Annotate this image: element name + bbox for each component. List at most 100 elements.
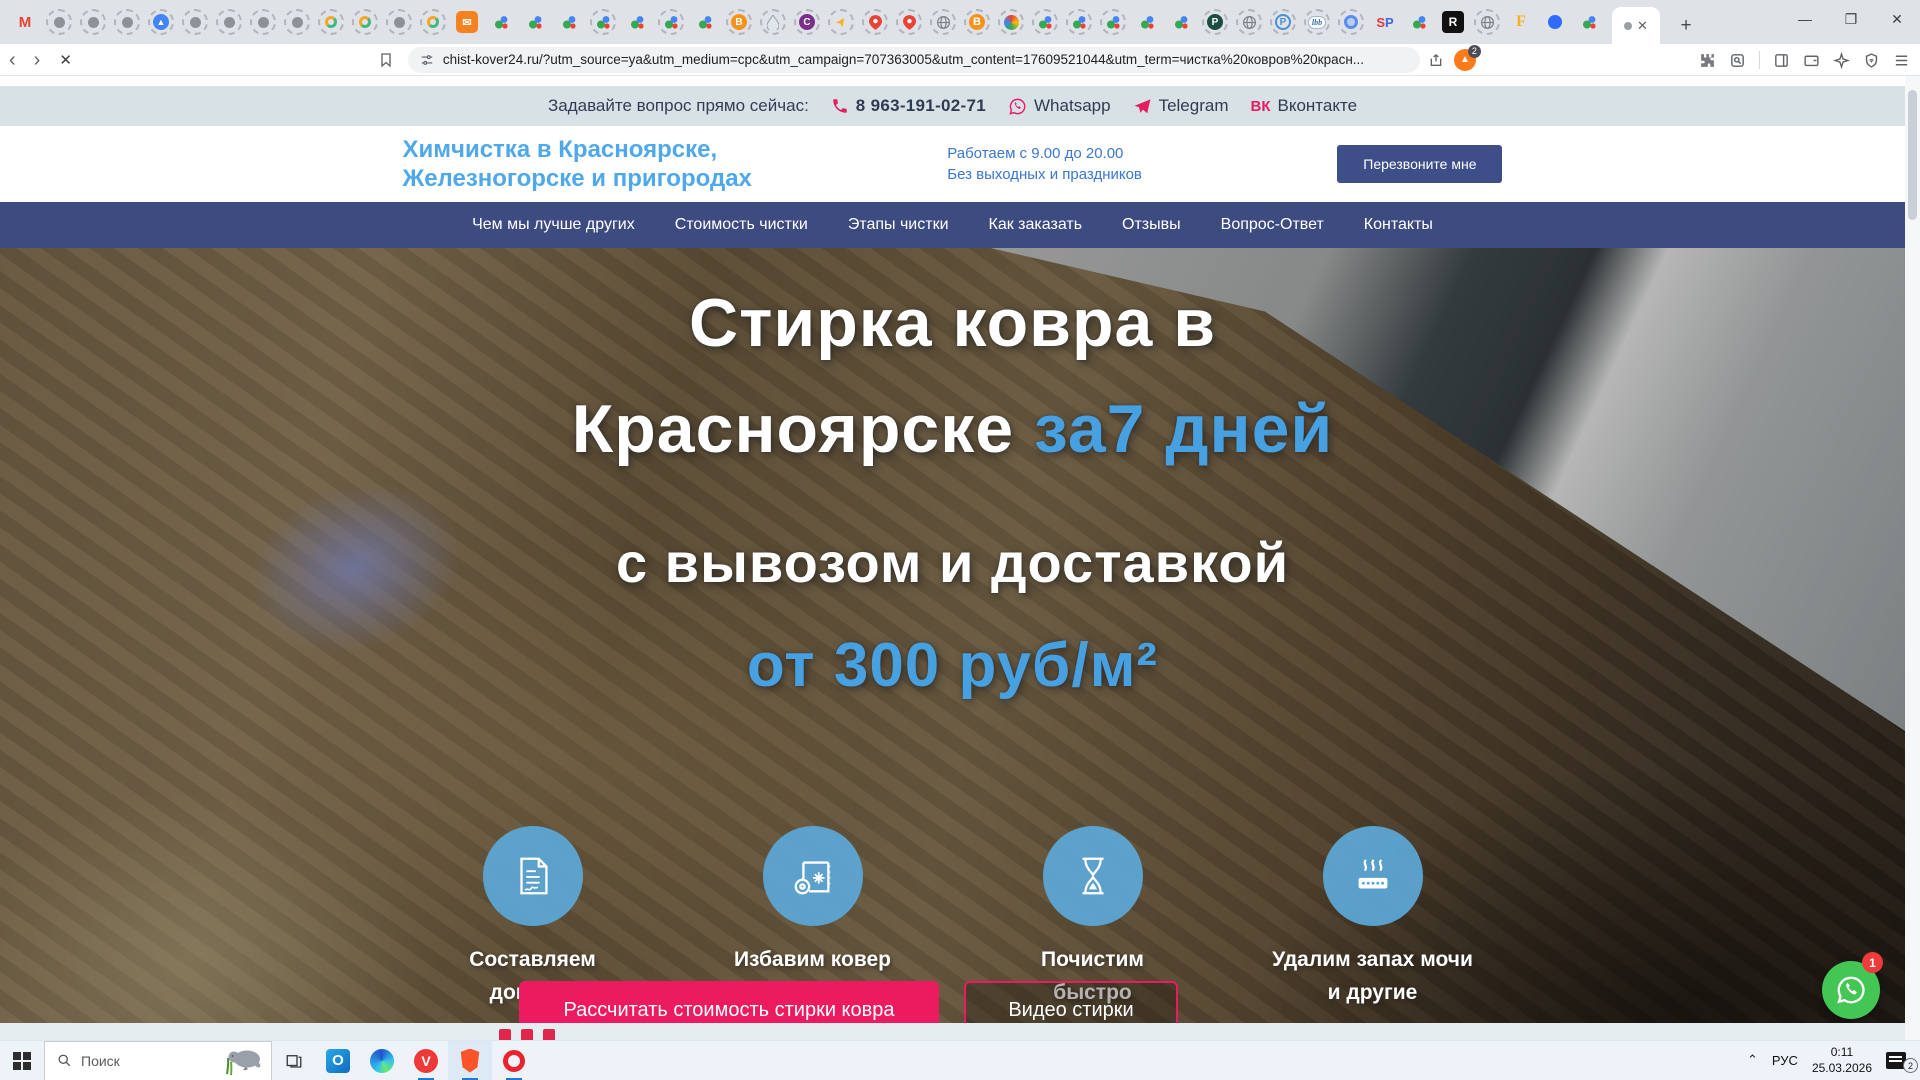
pinned-tab-dots-sleep[interactable] (1096, 5, 1130, 39)
pinned-tab-sleep[interactable] (76, 5, 110, 39)
taskbar-app-opera[interactable] (492, 1041, 536, 1080)
nav-item-reviews[interactable]: Отзывы (1122, 216, 1181, 234)
calculate-cost-button[interactable]: Рассчитать стоимость стирки ковра (519, 981, 939, 1023)
whatsapp-link[interactable]: Whatsapp (1008, 96, 1111, 116)
nav-item-pricing[interactable]: Стоимость чистки (675, 216, 808, 234)
pinned-tab-pin[interactable] (892, 5, 926, 39)
pinned-tab-dots[interactable] (552, 5, 586, 39)
site-logo[interactable]: Химчистка в Красноярске, Железногорске и… (403, 135, 752, 194)
pinned-tab-r-logo[interactable]: R (1436, 5, 1470, 39)
menu-icon[interactable] (1893, 52, 1910, 69)
nav-item-how-to-order[interactable]: Как заказать (989, 216, 1083, 234)
tune-icon[interactable] (420, 53, 434, 67)
pinned-tab-globe-dark[interactable] (926, 5, 960, 39)
nav-item-stages[interactable]: Этапы чистки (848, 216, 949, 234)
window-restore-button[interactable]: ❐ (1828, 0, 1874, 38)
url-text[interactable]: chist-kover24.ru/?utm_source=ya&utm_medi… (443, 52, 1364, 67)
pinned-tab-blue-ring[interactable] (1334, 5, 1368, 39)
taskbar-app-brave[interactable] (448, 1041, 492, 1080)
brave-rewards-icon[interactable]: ▲ 2 (1454, 49, 1476, 71)
nav-item-advantages[interactable]: Чем мы лучше других (472, 216, 635, 234)
pinned-tab-sleep[interactable] (246, 5, 280, 39)
pinned-tab-drop[interactable] (756, 5, 790, 39)
phone-link[interactable]: 8 963-191-02-71 (831, 96, 986, 116)
nav-item-faq[interactable]: Вопрос-Ответ (1221, 216, 1324, 234)
address-bar[interactable]: chist-kover24.ru/?utm_source=ya&utm_medi… (408, 47, 1420, 73)
toolbar-divider (1759, 51, 1760, 69)
pinned-tab-dots-sleep[interactable] (1062, 5, 1096, 39)
forward-button[interactable]: › (25, 50, 50, 70)
clock[interactable]: 0:11 25.03.2026 (1812, 1044, 1872, 1076)
video-button[interactable]: Видео стирки (964, 981, 1178, 1023)
scrollbar-thumb[interactable] (1908, 90, 1917, 220)
taskbar-search-input[interactable]: Поиск (44, 1041, 272, 1080)
bookmark-icon[interactable] (378, 52, 394, 68)
page-scrollbar[interactable] (1905, 76, 1920, 1040)
callback-button[interactable]: Перезвоните мне (1337, 145, 1502, 183)
taskbar-app-outlook[interactable]: O (316, 1041, 360, 1080)
back-button[interactable]: ‹ (0, 50, 25, 70)
start-button[interactable] (0, 1041, 44, 1080)
tray-expand-icon[interactable]: ⌃ (1747, 1052, 1758, 1068)
pinned-tab-ring[interactable] (416, 5, 450, 39)
wallet-icon[interactable] (1803, 52, 1820, 69)
pinned-tab-globe[interactable] (1232, 5, 1266, 39)
nav-item-contacts[interactable]: Контакты (1364, 216, 1433, 234)
share-icon[interactable] (1428, 52, 1444, 68)
active-tab[interactable]: ✕ (1612, 7, 1660, 44)
pinned-tab-dots[interactable] (1164, 5, 1198, 39)
pinned-tab-dots-sleep[interactable] (586, 5, 620, 39)
pinned-tab-sphere[interactable] (994, 5, 1028, 39)
pinned-tab-blue-dot[interactable] (1538, 5, 1572, 39)
pinned-tab-mail[interactable]: ✉ (450, 5, 484, 39)
search-highlight-image[interactable] (223, 1044, 263, 1078)
window-minimize-button[interactable]: — (1782, 0, 1828, 38)
stop-loading-button[interactable]: ✕ (49, 51, 82, 69)
pinned-tab-bcoin[interactable]: B (960, 5, 994, 39)
pinned-tab-dots-sleep[interactable] (654, 5, 688, 39)
sidebar-toggle-icon[interactable] (1773, 52, 1790, 69)
vpn-shield-icon[interactable] (1863, 52, 1880, 69)
pinned-tab-lbb[interactable]: lbb (1300, 5, 1334, 39)
pinned-tab-sp[interactable]: SP (1368, 5, 1402, 39)
pinned-tab-globe[interactable] (1470, 5, 1504, 39)
tab-close-icon[interactable]: ✕ (1637, 18, 1648, 34)
pinned-tab-purple[interactable]: C (790, 5, 824, 39)
pinned-tab-sleep[interactable] (382, 5, 416, 39)
pinned-tab-sleep[interactable] (110, 5, 144, 39)
notification-center-button[interactable]: 2 (1886, 1040, 1912, 1080)
vk-link[interactable]: ВК Вконтакте (1250, 96, 1357, 116)
pinned-tab-btc[interactable]: B (722, 5, 756, 39)
window-close-button[interactable]: ✕ (1874, 0, 1920, 38)
leo-sparkle-icon[interactable] (1833, 52, 1850, 69)
pinned-tab-dots[interactable] (1402, 5, 1436, 39)
pinned-tab-pin[interactable] (858, 5, 892, 39)
pinned-tab-sleep[interactable] (42, 5, 76, 39)
extensions-puzzle-icon[interactable] (1699, 52, 1716, 69)
pinned-tab-dots[interactable] (1572, 5, 1606, 39)
pinned-tab-maps[interactable]: ▲ (144, 5, 178, 39)
pinned-tab-p-blue[interactable]: P (1266, 5, 1300, 39)
language-indicator[interactable]: РУС (1772, 1053, 1798, 1068)
taskbar-app-edge[interactable] (360, 1041, 404, 1080)
pinned-tab-p-green[interactable]: P (1198, 5, 1232, 39)
pinned-tab-ring[interactable] (314, 5, 348, 39)
search-tabs-icon[interactable] (1729, 52, 1746, 69)
pinned-tab-dots[interactable] (620, 5, 654, 39)
pinned-tab-dots[interactable] (518, 5, 552, 39)
pinned-tab-gmail[interactable]: M (8, 5, 42, 39)
pinned-tab-dots[interactable] (1130, 5, 1164, 39)
pinned-tab-dots[interactable] (688, 5, 722, 39)
taskbar-app-vivaldi[interactable]: V (404, 1041, 448, 1080)
pinned-tab-dots[interactable] (484, 5, 518, 39)
pinned-tab-sleep[interactable] (178, 5, 212, 39)
pinned-tab-sleep[interactable] (212, 5, 246, 39)
pinned-tab-ring[interactable] (348, 5, 382, 39)
new-tab-button[interactable]: + (1672, 12, 1700, 40)
pinned-tab-dots-sleep[interactable] (1028, 5, 1062, 39)
task-view-button[interactable] (272, 1041, 316, 1080)
pinned-tab-f-logo[interactable]: F (1504, 5, 1538, 39)
pinned-tab-sleep[interactable] (280, 5, 314, 39)
pinned-tab-cursor[interactable]: ➤ (824, 5, 858, 39)
telegram-link[interactable]: Telegram (1133, 96, 1229, 116)
